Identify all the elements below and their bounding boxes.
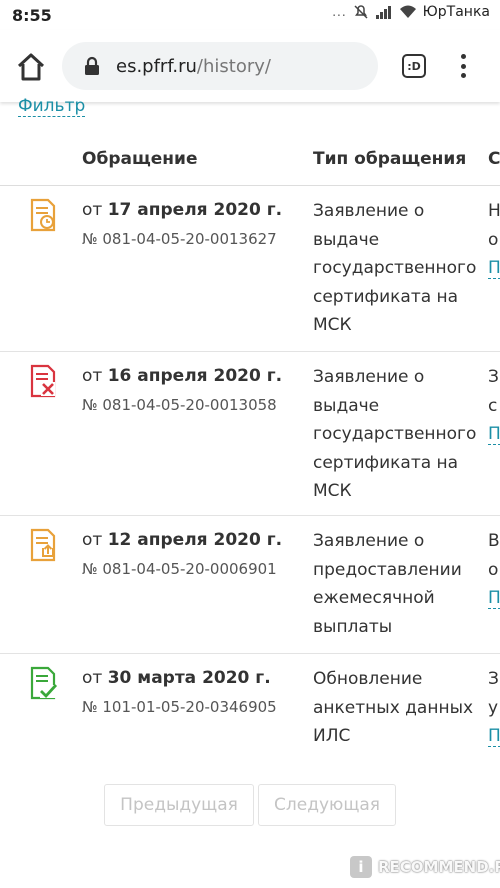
column-header-status: С xyxy=(488,149,500,169)
previous-page-button[interactable]: Предыдущая xyxy=(104,784,254,826)
request-number: № 081-04-05-20-0013627 xyxy=(82,230,277,248)
request-type: Заявление о выдаче государственного серт… xyxy=(313,201,477,335)
pagination: Предыдущая Следующая xyxy=(104,784,396,826)
request-type: Заявление о выдаче государственного серт… xyxy=(313,367,477,501)
mute-icon xyxy=(354,5,368,19)
request-status: ВоП xyxy=(488,531,500,609)
request-status: НоП xyxy=(488,201,500,279)
status-link[interactable]: П xyxy=(488,424,500,445)
status-dots: ... xyxy=(332,5,347,19)
status-link[interactable]: П xyxy=(488,726,500,747)
watermark-text: RECOMMEND.RU xyxy=(378,858,500,876)
status-time: 8:55 xyxy=(12,6,52,25)
document-check-icon xyxy=(30,666,58,700)
document-upload-icon xyxy=(30,528,56,562)
lock-icon xyxy=(85,56,99,75)
home-icon[interactable] xyxy=(14,50,48,84)
status-link[interactable]: П xyxy=(488,258,500,279)
url-host: es.pfrf.ru xyxy=(116,55,197,77)
carrier-name: ЮрТанка xyxy=(422,4,490,20)
watermark: i RECOMMEND.RU xyxy=(350,852,500,882)
document-cross-icon xyxy=(30,364,56,398)
table-row: от 30 марта 2020 г. № 101-01-05-20-03469… xyxy=(0,654,500,764)
request-status: ЗсП xyxy=(488,367,500,445)
browser-toolbar: es.pfrf.ru/history/ :D xyxy=(0,30,500,102)
table-header: Обращение Тип обращения С xyxy=(0,140,500,186)
column-header-type: Тип обращения xyxy=(313,149,467,169)
tabs-button[interactable]: :D xyxy=(402,54,426,78)
request-date: от 30 марта 2020 г. xyxy=(82,668,271,688)
table-row: от 12 апреля 2020 г. № 081-04-05-20-0006… xyxy=(0,516,500,654)
request-date: от 16 апреля 2020 г. xyxy=(82,366,283,386)
status-link[interactable]: П xyxy=(488,588,500,609)
request-number: № 081-04-05-20-0013058 xyxy=(82,396,277,414)
status-bar: 8:55 ... ЮрТанка xyxy=(0,0,500,30)
request-type: Обновление анкетных данных ИЛС xyxy=(313,669,474,746)
request-number: № 081-04-05-20-0006901 xyxy=(82,560,277,578)
request-number: № 101-01-05-20-0346905 xyxy=(82,698,277,716)
document-clock-icon xyxy=(30,198,56,232)
request-date: от 12 апреля 2020 г. xyxy=(82,530,283,550)
status-icons: ... ЮрТанка xyxy=(332,4,490,20)
next-page-button[interactable]: Следующая xyxy=(258,784,396,826)
url-text: es.pfrf.ru/history/ xyxy=(116,56,271,77)
signal-icon xyxy=(375,6,391,19)
request-date: от 17 апреля 2020 г. xyxy=(82,200,283,220)
overflow-menu-icon[interactable] xyxy=(456,52,470,80)
url-path: /history/ xyxy=(196,55,271,77)
request-status: ЗуП xyxy=(488,669,500,747)
wifi-icon xyxy=(399,5,416,18)
address-bar[interactable]: es.pfrf.ru/history/ xyxy=(62,42,378,90)
filter-link[interactable]: Фильтр xyxy=(18,96,86,117)
table-row: от 16 апреля 2020 г. № 081-04-05-20-0013… xyxy=(0,352,500,516)
column-header-request: Обращение xyxy=(82,149,198,169)
request-type: Заявление о предоставлении ежемесячной в… xyxy=(313,531,462,637)
table-row: от 17 апреля 2020 г. № 081-04-05-20-0013… xyxy=(0,186,500,352)
watermark-badge: i xyxy=(350,856,372,878)
